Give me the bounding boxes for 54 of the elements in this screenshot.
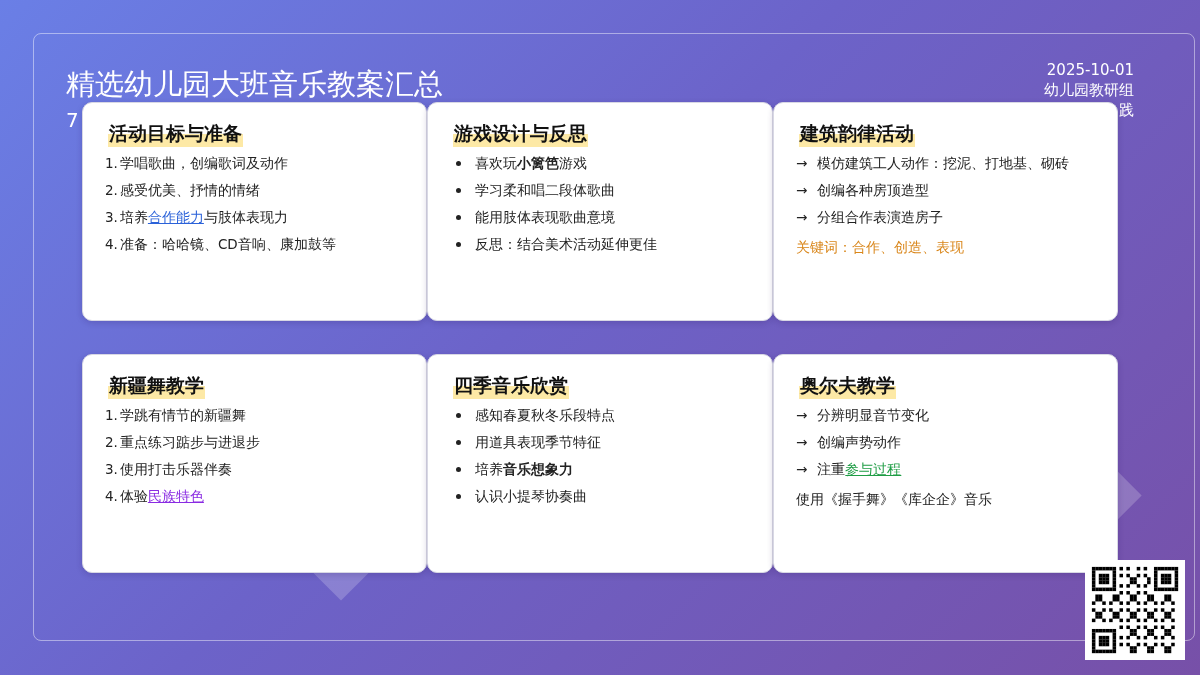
bullet-icon [456, 412, 461, 418]
list-text: 分组合作表演造房子 [817, 208, 944, 227]
list-marker: 3. [105, 208, 118, 227]
list-text: 感知春夏秋冬乐段特点 [475, 406, 615, 425]
bullet-icon [456, 241, 461, 247]
link[interactable]: 民族特色 [147, 488, 204, 504]
bullet-icon [456, 187, 461, 193]
list-text: 注重参与过程 [817, 460, 902, 479]
list-text: 模仿建筑工人动作：挖泥、打地基、砌砖 [817, 154, 1070, 173]
list-marker: 1. [105, 406, 118, 425]
list-text: 重点练习踮步与进退步 [119, 433, 260, 452]
list-text: 用道具表现季节特征 [475, 433, 601, 452]
author-text: 幼儿园教研组 [1044, 80, 1134, 100]
list-text: 反思：结合美术活动延伸更佳 [475, 235, 657, 254]
note-text: 使用《握手舞》《库企企》音乐 [796, 491, 993, 509]
list-text: 能用肢体表现歌曲意境 [475, 208, 615, 227]
list-text: 学唱歌曲，创编歌词及动作 [119, 154, 288, 173]
list-marker: → [796, 154, 808, 173]
list-text: 学跳有情节的新疆舞 [119, 406, 246, 425]
list-text: 认识小提琴协奏曲 [475, 487, 587, 506]
bullet-icon [456, 493, 461, 499]
list-text: 感受优美、抒情的情绪 [119, 181, 260, 200]
list-text: 准备：哈哈镜、CD音响、康加鼓等 [119, 235, 336, 254]
list-marker: 2. [105, 181, 118, 200]
list-text: 体验民族特色 [119, 487, 204, 506]
link[interactable]: 合作能力 [147, 209, 204, 225]
list-text: 培养音乐想象力 [475, 460, 573, 479]
keyword-note: 关键词：合作、创造、表现 [796, 239, 965, 257]
list-text: 创编各种房顶造型 [817, 181, 930, 200]
slide-title: 精选幼儿园大班音乐教案汇总 [66, 66, 443, 103]
list-text: 创编声势动作 [817, 433, 902, 452]
list-text: 喜欢玩小篱笆游戏 [475, 154, 587, 173]
list-text: 使用打击乐器伴奏 [119, 460, 232, 479]
bullet-icon [456, 466, 461, 472]
slide-subtitle: 7 [66, 107, 79, 134]
list-text: 培养合作能力与肢体表现力 [119, 208, 288, 227]
bullet-icon [456, 439, 461, 445]
list-marker: → [796, 460, 808, 479]
date-text: 2025-10-01 [1046, 60, 1134, 80]
bullet-icon [456, 214, 461, 220]
list-marker: 4. [105, 487, 118, 506]
list-text: 学习柔和唱二段体歌曲 [475, 181, 615, 200]
link[interactable]: 参与过程 [845, 461, 902, 477]
list-marker: → [796, 181, 808, 200]
tagline-text: 践 [1119, 100, 1134, 120]
list-text: 分辨明显音节变化 [817, 406, 930, 425]
list-marker: → [796, 433, 808, 452]
list-marker: 4. [105, 235, 118, 254]
bullet-icon [456, 160, 461, 166]
list-marker: → [796, 406, 808, 425]
list-marker: → [796, 208, 808, 227]
list-marker: 1. [105, 154, 118, 173]
list-marker: 3. [105, 460, 118, 479]
list-marker: 2. [105, 433, 118, 452]
